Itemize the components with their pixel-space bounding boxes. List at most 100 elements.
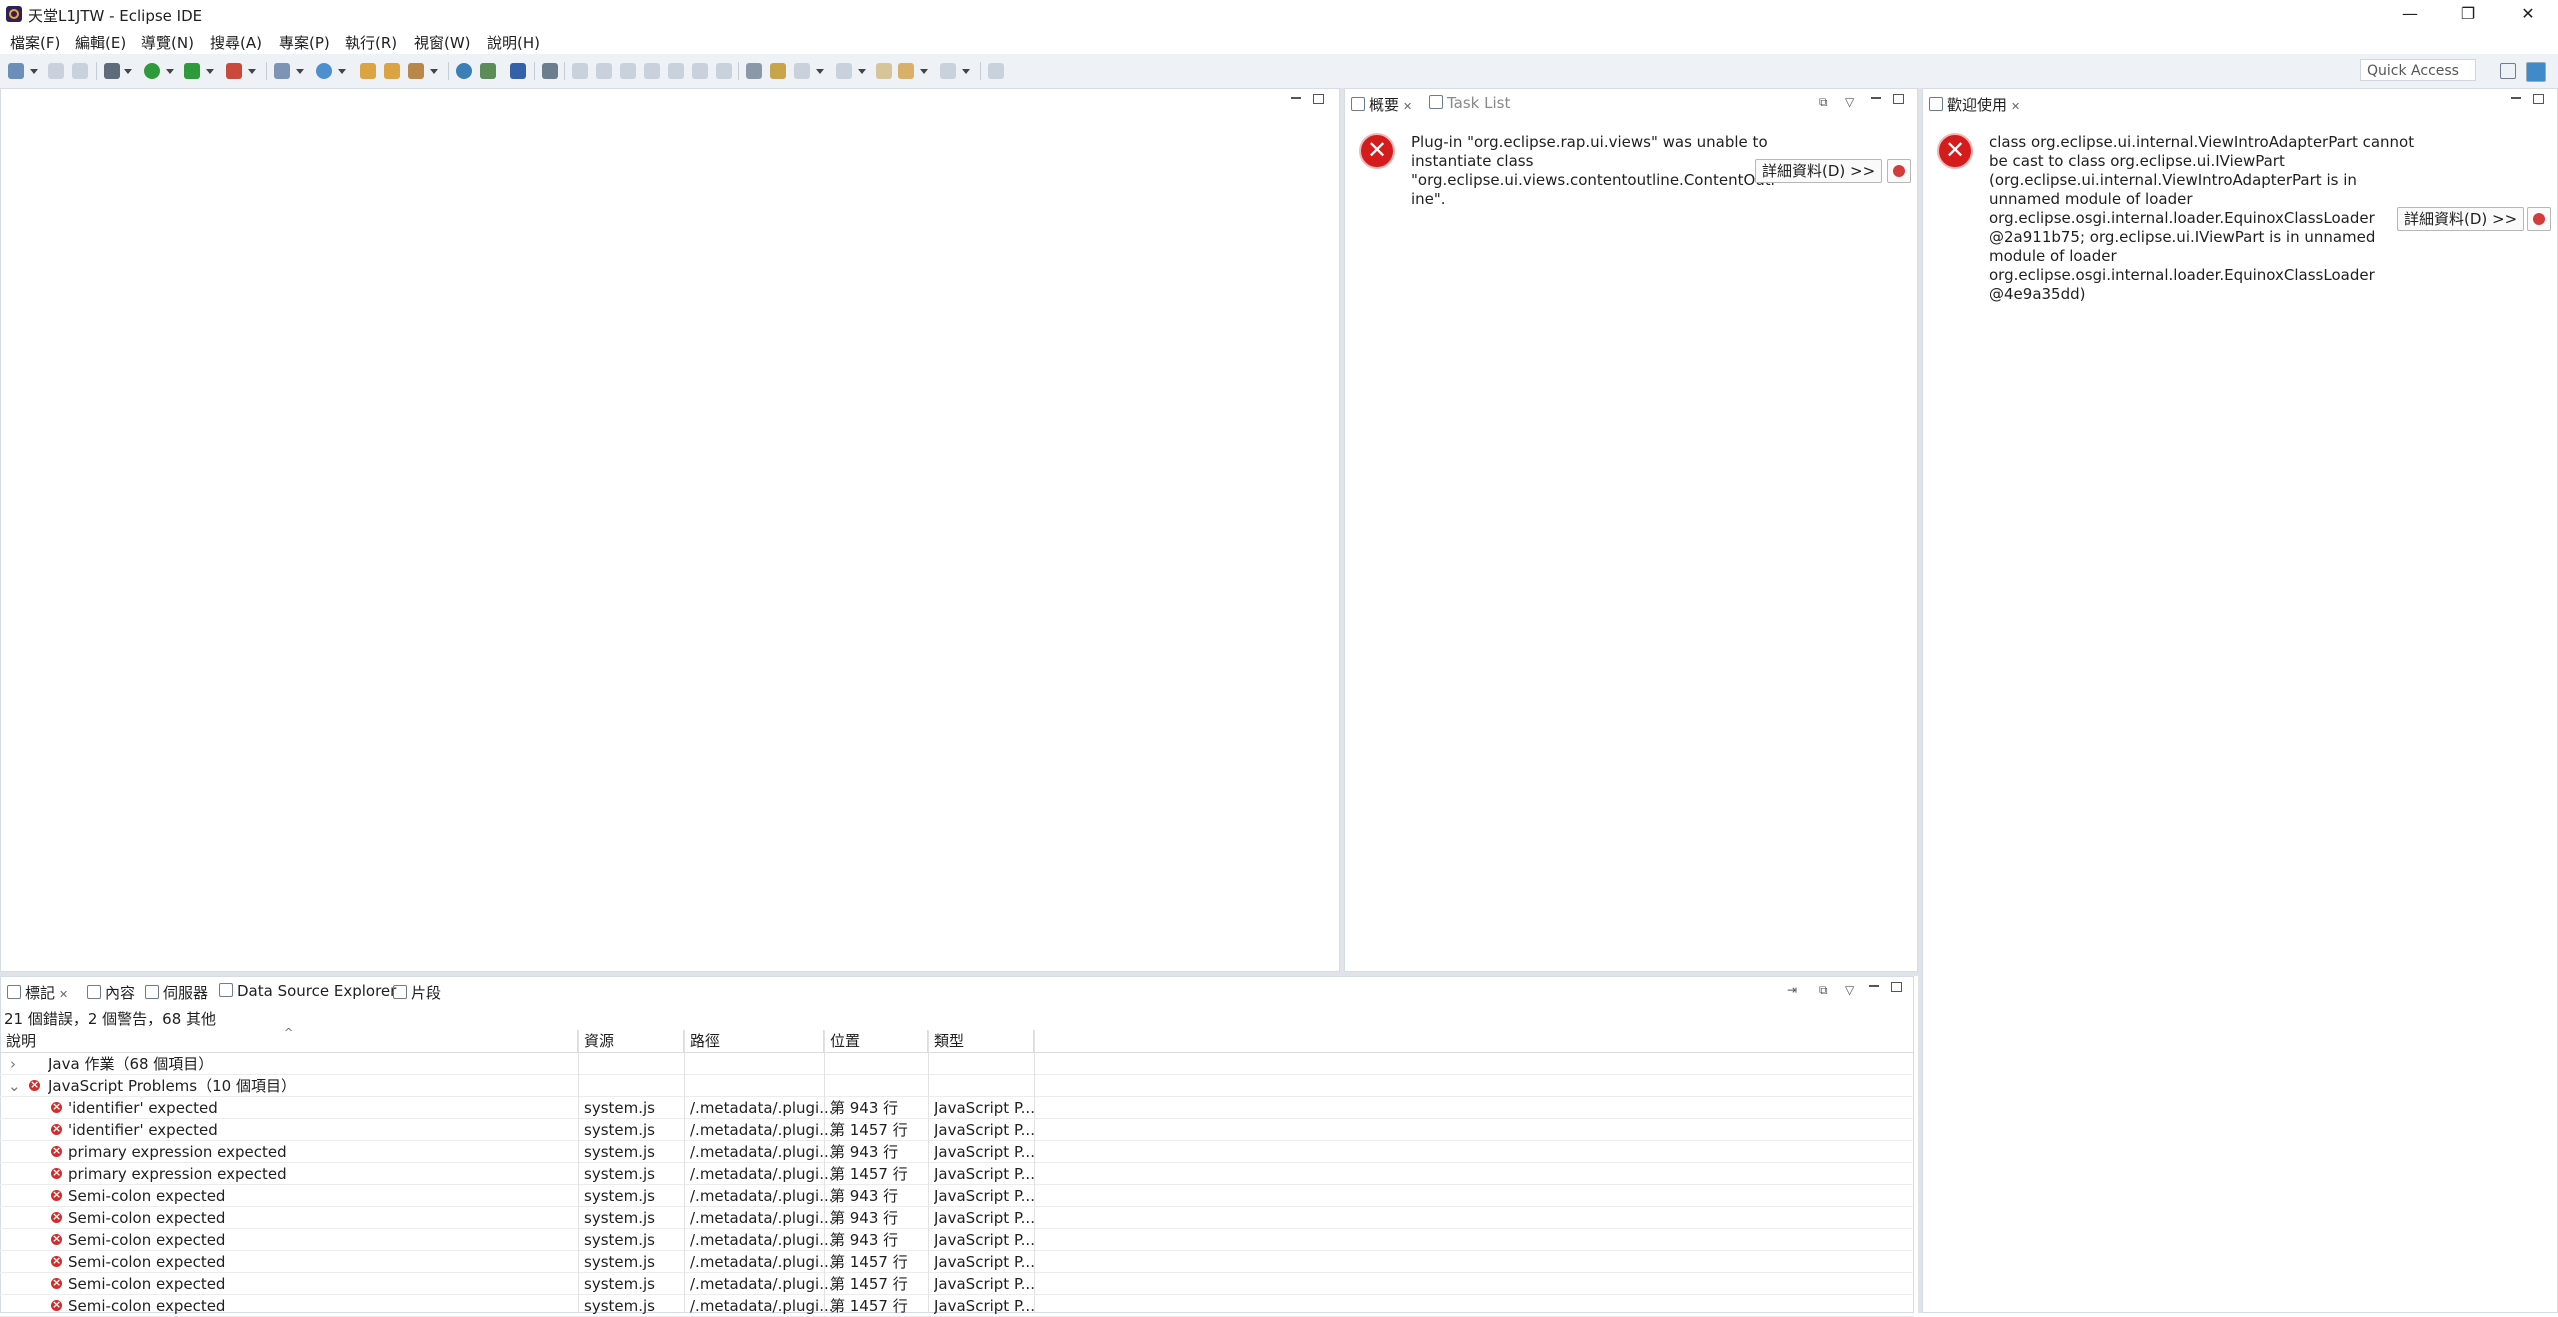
- new-dropdown-icon[interactable]: [30, 69, 38, 74]
- markers-maximize-button[interactable]: [1891, 982, 1902, 992]
- debug-settings-icon[interactable]: [104, 63, 120, 79]
- menu-file[interactable]: 檔案(F): [10, 32, 60, 53]
- annotation-prev-dropdown-icon[interactable]: [858, 69, 866, 74]
- quick-access-input[interactable]: Quick Access: [2360, 59, 2476, 81]
- menu-help[interactable]: 說明(H): [487, 32, 540, 53]
- close-icon[interactable]: ✕: [59, 988, 68, 1001]
- menu-navigate[interactable]: 導覽(N): [141, 32, 194, 53]
- help-icon[interactable]: [2527, 207, 2551, 231]
- focus-icon[interactable]: ⇥: [1787, 983, 1797, 997]
- collapse-chevron-icon[interactable]: ⌄: [8, 1075, 21, 1097]
- forward-icon[interactable]: [940, 63, 956, 79]
- java-ee-perspective-icon[interactable]: [2526, 62, 2546, 82]
- help-icon[interactable]: [1887, 159, 1911, 183]
- welcome-minimize-button[interactable]: [2511, 97, 2521, 99]
- annotation-next-icon[interactable]: [794, 63, 810, 79]
- column-header-path[interactable]: 路徑: [684, 1030, 824, 1052]
- coverage-dropdown-icon[interactable]: [206, 69, 214, 74]
- welcome-maximize-button[interactable]: [2533, 94, 2544, 104]
- external-tools-icon[interactable]: [226, 63, 242, 79]
- table-row[interactable]: 'identifier' expected system.js /.metadata…: [0, 1118, 1914, 1141]
- expand-chevron-icon[interactable]: ›: [10, 1053, 16, 1075]
- step-into-icon[interactable]: [668, 63, 684, 79]
- debug-settings-dropdown-icon[interactable]: [124, 69, 132, 74]
- tool-icon[interactable]: [770, 63, 786, 79]
- column-header-type[interactable]: 類型: [928, 1030, 1034, 1052]
- tab-markers[interactable]: 標記 ✕: [7, 982, 68, 1003]
- outline-maximize-button[interactable]: [1893, 94, 1904, 104]
- filter-icon[interactable]: ⧉: [1819, 983, 1828, 998]
- tab-welcome[interactable]: 歡迎使用 ✕: [1929, 94, 2020, 115]
- suspend-icon[interactable]: [596, 63, 612, 79]
- run-coverage-icon[interactable]: [184, 63, 200, 79]
- restore-button[interactable]: ❐: [2440, 0, 2496, 28]
- refresh-icon[interactable]: [480, 63, 496, 79]
- wand-dropdown-icon[interactable]: [430, 69, 438, 74]
- save-all-icon[interactable]: [72, 63, 88, 79]
- new-server-dropdown-icon[interactable]: [296, 69, 304, 74]
- new-server-icon[interactable]: [274, 63, 290, 79]
- pointer-icon[interactable]: [542, 63, 558, 79]
- editor-maximize-button[interactable]: [1313, 94, 1324, 104]
- web-browser-icon[interactable]: [316, 63, 332, 79]
- toggle-list-icon[interactable]: [746, 63, 762, 79]
- markers-minimize-button[interactable]: [1869, 985, 1879, 987]
- table-row[interactable]: Semi-colon expected system.js /.metadata/.…: [0, 1272, 1914, 1295]
- view-menu-icon[interactable]: ▽: [1845, 95, 1854, 109]
- table-row[interactable]: Semi-colon expected system.js /.metadata/.…: [0, 1250, 1914, 1273]
- menu-project[interactable]: 專案(P): [279, 32, 330, 53]
- table-row[interactable]: 'identifier' expected system.js /.metadata…: [0, 1096, 1914, 1119]
- wand-icon[interactable]: [408, 63, 424, 79]
- tab-servers[interactable]: 伺服器: [145, 982, 208, 1003]
- run-icon[interactable]: [144, 63, 160, 79]
- back-icon[interactable]: [898, 63, 914, 79]
- table-row[interactable]: primary expression expected system.js /.me…: [0, 1140, 1914, 1163]
- editor-minimize-button[interactable]: [1291, 97, 1301, 99]
- globe-icon[interactable]: [456, 63, 472, 79]
- outline-minimize-button[interactable]: [1871, 97, 1881, 99]
- open-perspective-icon[interactable]: [2500, 63, 2516, 79]
- tab-task-list[interactable]: Task List: [1429, 94, 1510, 112]
- tab-snippets[interactable]: 片段: [393, 982, 441, 1003]
- step-return-icon[interactable]: [716, 63, 732, 79]
- view-toolbar-icon[interactable]: ⧉: [1819, 95, 1828, 110]
- web-browser-dropdown-icon[interactable]: [338, 69, 346, 74]
- last-edit-icon[interactable]: [876, 63, 892, 79]
- column-header-location[interactable]: 位置: [824, 1030, 928, 1052]
- terminate-icon[interactable]: [620, 63, 636, 79]
- console-icon[interactable]: [510, 63, 526, 79]
- menu-run[interactable]: 執行(R): [345, 32, 397, 53]
- minimize-button[interactable]: —: [2382, 0, 2438, 28]
- details-button[interactable]: 詳細資料(D) >>: [2397, 207, 2525, 231]
- annotation-next-dropdown-icon[interactable]: [816, 69, 824, 74]
- tab-outline[interactable]: 概要 ✕: [1351, 94, 1412, 115]
- group-row-java-tasks[interactable]: › Java 作業（68 個項目）: [0, 1053, 1914, 1075]
- menu-window[interactable]: 視窗(W): [414, 32, 471, 53]
- run-dropdown-icon[interactable]: [166, 69, 174, 74]
- table-row[interactable]: Semi-colon expected system.js /.metadata/.…: [0, 1228, 1914, 1251]
- menu-edit[interactable]: 編輯(E): [75, 32, 126, 53]
- table-row[interactable]: primary expression expected system.js /.me…: [0, 1162, 1914, 1185]
- save-icon[interactable]: [48, 63, 64, 79]
- table-row[interactable]: Semi-colon expected system.js /.metadata/.…: [0, 1294, 1914, 1317]
- pin-editor-icon[interactable]: [988, 63, 1004, 79]
- new-icon[interactable]: [8, 63, 24, 79]
- column-header-resource[interactable]: 資源: [578, 1030, 684, 1052]
- annotation-prev-icon[interactable]: [836, 63, 852, 79]
- table-row[interactable]: Semi-colon expected system.js /.metadata/.…: [0, 1184, 1914, 1207]
- forward-dropdown-icon[interactable]: [962, 69, 970, 74]
- disconnect-icon[interactable]: [644, 63, 660, 79]
- tab-properties[interactable]: 內容: [87, 982, 135, 1003]
- open-folder-icon[interactable]: [384, 63, 400, 79]
- menu-search[interactable]: 搜尋(A): [210, 32, 262, 53]
- view-menu-icon[interactable]: ▽: [1845, 983, 1854, 997]
- details-button[interactable]: 詳細資料(D) >>: [1755, 159, 1883, 183]
- external-tools-dropdown-icon[interactable]: [248, 69, 256, 74]
- group-row-javascript-problems[interactable]: ⌄ JavaScript Problems（10 個項目）: [0, 1074, 1914, 1097]
- table-row[interactable]: Semi-colon expected system.js /.metadata/.…: [0, 1206, 1914, 1229]
- open-type-icon[interactable]: [360, 63, 376, 79]
- step-over-icon[interactable]: [692, 63, 708, 79]
- back-dropdown-icon[interactable]: [920, 69, 928, 74]
- close-icon[interactable]: ✕: [1403, 100, 1412, 113]
- close-window-button[interactable]: ✕: [2500, 0, 2556, 28]
